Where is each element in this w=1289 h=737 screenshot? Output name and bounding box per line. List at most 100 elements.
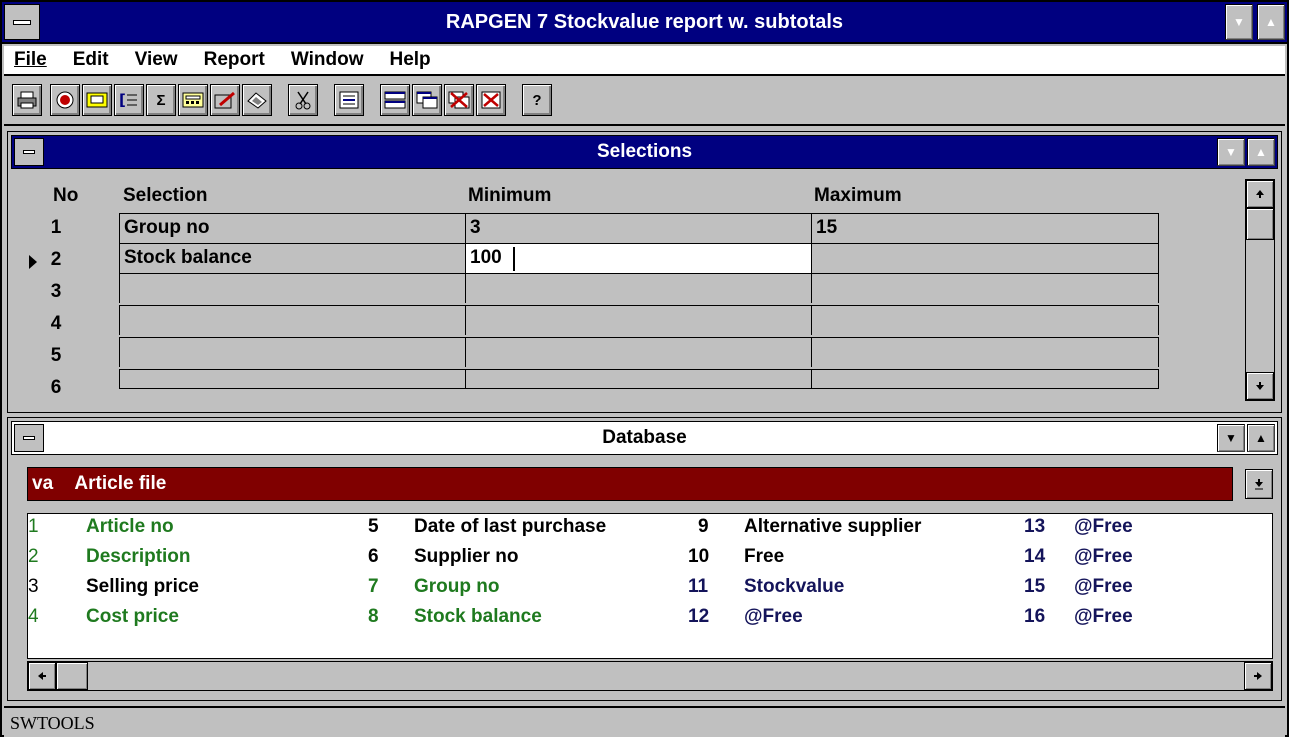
maximum-cell[interactable] (811, 305, 1159, 335)
text-format-icon[interactable] (334, 84, 364, 116)
eraser-icon[interactable] (242, 84, 272, 116)
menu-window[interactable]: Window (291, 49, 364, 71)
field-item[interactable]: Stock balance (414, 606, 542, 628)
selections-grid: No Selection Minimum Maximum 1 2 3 4 5 6… (13, 173, 1243, 407)
print-icon[interactable] (12, 84, 42, 116)
field-item[interactable]: Description (86, 546, 191, 568)
field-item[interactable]: @Free (1074, 546, 1133, 568)
maximum-cell[interactable]: 15 (811, 213, 1159, 243)
minimum-cell[interactable] (465, 337, 811, 367)
selection-cell[interactable]: Stock balance (119, 243, 465, 273)
field-item[interactable]: @Free (1074, 516, 1133, 538)
selections-titlebar: Selections ▼ ▲ (11, 135, 1278, 169)
maximum-cell[interactable] (811, 243, 1159, 273)
menu-help[interactable]: Help (389, 49, 430, 71)
toolbar: [ Σ ? (4, 78, 1285, 126)
scroll-thumb[interactable] (1246, 208, 1274, 240)
maximum-cell[interactable] (811, 337, 1159, 367)
dropdown-arrow-icon[interactable] (1245, 469, 1273, 499)
field-item[interactable]: @Free (1074, 606, 1133, 628)
field-number: 7 (368, 576, 379, 597)
edit-doc-icon[interactable] (210, 84, 240, 116)
database-window: Database ▼ ▲ va Article file 1 Article n… (7, 417, 1282, 701)
label-icon[interactable] (82, 84, 112, 116)
minimum-cell[interactable]: 3 (465, 213, 811, 243)
menu-file[interactable]: File (14, 49, 47, 71)
database-titlebar: Database ▼ ▲ (11, 421, 1278, 455)
field-item[interactable]: Supplier no (414, 546, 519, 568)
field-number: 8 (368, 606, 379, 627)
row-number: 6 (50, 377, 62, 395)
sigma-icon[interactable]: Σ (146, 84, 176, 116)
menu-bar: File Edit View Report Window Help (4, 46, 1285, 76)
minimum-cell[interactable] (465, 369, 811, 389)
system-menu-icon[interactable] (14, 138, 44, 166)
svg-text:[: [ (119, 91, 126, 109)
field-item[interactable]: @Free (744, 606, 803, 628)
row-number: 3 (50, 281, 62, 302)
selection-cell[interactable]: Group no (119, 213, 465, 243)
field-item[interactable]: @Free (1074, 576, 1133, 598)
maximum-cell[interactable] (811, 369, 1159, 389)
field-number: 15 (1024, 576, 1046, 597)
selections-title: Selections (596, 141, 693, 162)
field-number: 6 (368, 546, 379, 567)
selection-cell[interactable] (119, 369, 465, 389)
field-item[interactable]: Free (744, 546, 784, 568)
minimum-input[interactable]: 100 (465, 243, 811, 273)
field-item[interactable]: Selling price (86, 576, 199, 598)
maximize-button[interactable]: ▲ (1247, 138, 1275, 166)
selection-cell[interactable] (119, 273, 465, 303)
field-number: 10 (688, 546, 710, 567)
text-cursor (513, 247, 515, 271)
field-item[interactable]: Article no (86, 516, 174, 538)
file-name: Article file (74, 473, 167, 494)
field-number: 4 (28, 606, 39, 627)
close-all-icon[interactable] (444, 84, 474, 116)
field-item[interactable]: Group no (414, 576, 499, 598)
calculator-icon[interactable] (178, 84, 208, 116)
system-menu-icon[interactable] (4, 4, 40, 40)
menu-view[interactable]: View (135, 49, 178, 71)
help-icon[interactable]: ? (522, 84, 552, 116)
selection-cell[interactable] (119, 337, 465, 367)
field-item[interactable]: Stockvalue (744, 576, 844, 598)
maximum-cell[interactable] (811, 273, 1159, 303)
minimize-button[interactable]: ▼ (1225, 4, 1253, 40)
app-window: RAPGEN 7 Stockvalue report w. subtotals … (0, 0, 1289, 737)
scroll-left-icon[interactable] (28, 662, 56, 690)
row-number: 4 (50, 313, 62, 334)
field-number: 1 (28, 516, 39, 537)
tile-icon[interactable] (380, 84, 410, 116)
field-number: 3 (28, 576, 39, 597)
maximize-button[interactable]: ▲ (1257, 4, 1285, 40)
menu-edit[interactable]: Edit (73, 49, 109, 71)
selection-cell[interactable] (119, 305, 465, 335)
list-icon[interactable]: [ (114, 84, 144, 116)
minimize-button[interactable]: ▼ (1217, 424, 1245, 452)
selections-vscroll[interactable] (1245, 179, 1275, 401)
scroll-thumb[interactable] (56, 662, 88, 690)
app-title: RAPGEN 7 Stockvalue report w. subtotals (445, 10, 844, 33)
database-hscroll[interactable] (27, 661, 1273, 691)
status-bar: SWTOOLS (4, 706, 1285, 737)
scroll-up-icon[interactable] (1246, 180, 1274, 208)
field-item[interactable]: Date of last purchase (414, 516, 606, 538)
field-number: 9 (698, 516, 709, 537)
field-item[interactable]: Cost price (86, 606, 179, 628)
minimum-cell[interactable] (465, 273, 811, 303)
file-selector[interactable]: va Article file (27, 467, 1233, 501)
scroll-right-icon[interactable] (1244, 662, 1272, 690)
maximize-button[interactable]: ▲ (1247, 424, 1275, 452)
cascade-icon[interactable] (412, 84, 442, 116)
record-icon[interactable] (50, 84, 80, 116)
header-selection: Selection (123, 185, 208, 206)
field-item[interactable]: Alternative supplier (744, 516, 921, 538)
minimum-cell[interactable] (465, 305, 811, 335)
minimize-button[interactable]: ▼ (1217, 138, 1245, 166)
scroll-down-icon[interactable] (1246, 372, 1274, 400)
scissors-icon[interactable] (288, 84, 318, 116)
menu-report[interactable]: Report (204, 49, 265, 71)
system-menu-icon[interactable] (14, 424, 44, 452)
close-window-icon[interactable] (476, 84, 506, 116)
